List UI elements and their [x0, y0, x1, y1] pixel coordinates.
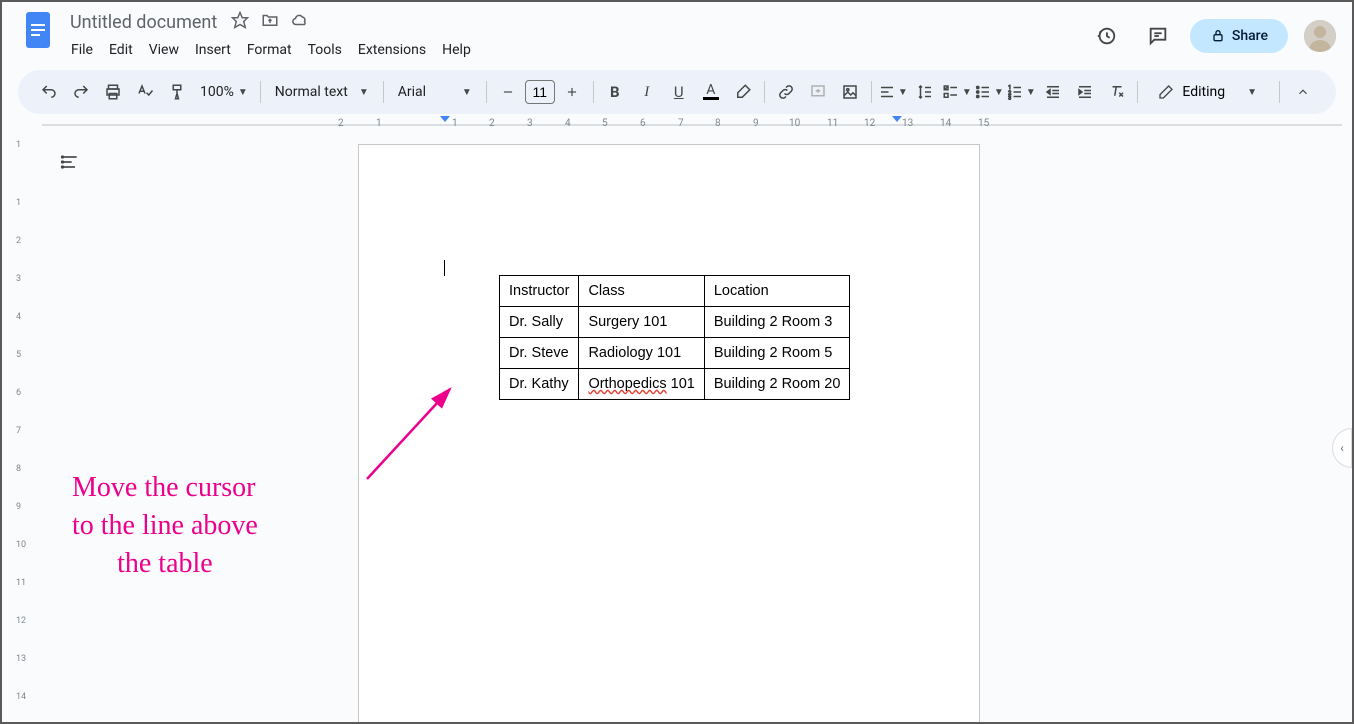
separator [1279, 81, 1280, 103]
redo-button[interactable] [66, 77, 96, 107]
text-color-button[interactable]: A [696, 77, 726, 107]
menu-edit[interactable]: Edit [102, 38, 140, 62]
table-row: Dr. Sally Surgery 101 Building 2 Room 3 [500, 307, 850, 338]
header: Untitled document File Edit View [2, 2, 1352, 62]
table-cell[interactable]: Dr. Steve [500, 338, 579, 369]
chevron-down-icon: ▼ [359, 87, 369, 98]
show-side-panel-button[interactable]: ‹ [1332, 428, 1352, 468]
menu-file[interactable]: File [64, 38, 100, 62]
toolbar: 100%▼ Normal text▼ Arial▼ B I U A ▼ ▼ ▼ … [18, 70, 1336, 114]
table-cell[interactable]: Surgery 101 [579, 307, 704, 338]
font-size-input[interactable] [525, 80, 555, 104]
table-row: Instructor Class Location [500, 276, 850, 307]
table-cell[interactable]: Building 2 Room 3 [704, 307, 850, 338]
svg-text:3: 3 [1008, 96, 1011, 102]
document-title[interactable]: Untitled document [64, 11, 223, 34]
account-avatar[interactable] [1304, 20, 1336, 52]
table-cell[interactable]: Class [579, 276, 704, 307]
separator [1137, 81, 1138, 103]
zoom-select[interactable]: 100%▼ [194, 80, 254, 104]
bulleted-list-button[interactable]: ▼ [974, 77, 1004, 107]
bold-button[interactable]: B [600, 77, 630, 107]
editing-mode-button[interactable]: Editing ▼ [1144, 78, 1271, 106]
paragraph-style-select[interactable]: Normal text▼ [267, 80, 377, 104]
comments-icon[interactable] [1138, 16, 1178, 56]
history-icon[interactable] [1086, 16, 1126, 56]
docs-logo-icon[interactable] [18, 10, 58, 50]
page[interactable]: Instructor Class Location Dr. Sally Surg… [358, 144, 980, 722]
separator [486, 81, 487, 103]
separator [260, 81, 261, 103]
document-canvas[interactable]: Instructor Class Location Dr. Sally Surg… [42, 134, 1352, 722]
undo-button[interactable] [34, 77, 64, 107]
table-cell[interactable]: Location [704, 276, 850, 307]
right-indent-marker[interactable] [892, 116, 902, 122]
chevron-down-icon: ▼ [1026, 87, 1036, 98]
insert-image-button[interactable] [835, 77, 865, 107]
star-icon[interactable] [231, 11, 249, 33]
text-cursor [444, 260, 445, 276]
table-cell[interactable]: Dr. Kathy [500, 369, 579, 400]
table-cell[interactable]: Instructor [500, 276, 579, 307]
italic-button[interactable]: I [632, 77, 662, 107]
table-cell[interactable]: Radiology 101 [579, 338, 704, 369]
chevron-down-icon: ▼ [238, 87, 248, 98]
cloud-status-icon[interactable] [291, 11, 309, 33]
move-icon[interactable] [261, 11, 279, 33]
chevron-down-icon: ▼ [898, 87, 908, 98]
separator [764, 81, 765, 103]
title-area: Untitled document File Edit View [64, 10, 1086, 62]
collapse-toolbar-button[interactable] [1286, 75, 1320, 109]
menu-help[interactable]: Help [435, 38, 478, 62]
share-button-label: Share [1232, 28, 1268, 44]
increase-font-button[interactable] [557, 77, 587, 107]
highlight-button[interactable] [728, 77, 758, 107]
table-row: Dr. Kathy Orthopedics 101 Building 2 Roo… [500, 369, 850, 400]
underline-button[interactable]: U [664, 77, 694, 107]
increase-indent-button[interactable] [1070, 77, 1100, 107]
chevron-down-icon: ▼ [1247, 87, 1257, 98]
paint-format-button[interactable] [162, 77, 192, 107]
insert-link-button[interactable] [771, 77, 801, 107]
table-cell[interactable]: Dr. Sally [500, 307, 579, 338]
separator [593, 81, 594, 103]
left-indent-marker[interactable] [440, 116, 450, 122]
chevron-down-icon: ▼ [994, 87, 1004, 98]
separator [383, 81, 384, 103]
numbered-list-button[interactable]: 123▼ [1006, 77, 1036, 107]
menu-bar: File Edit View Insert Format Tools Exten… [64, 38, 1086, 62]
align-button[interactable]: ▼ [878, 77, 908, 107]
menu-tools[interactable]: Tools [301, 38, 349, 62]
checklist-button[interactable]: ▼ [942, 77, 972, 107]
separator [871, 81, 872, 103]
insert-comment-button[interactable] [803, 77, 833, 107]
table-row: Dr. Steve Radiology 101 Building 2 Room … [500, 338, 850, 369]
print-button[interactable] [98, 77, 128, 107]
table-cell[interactable]: Building 2 Room 20 [704, 369, 850, 400]
table-cell[interactable]: Orthopedics 101 [579, 369, 704, 400]
decrease-indent-button[interactable] [1038, 77, 1068, 107]
menu-view[interactable]: View [142, 38, 186, 62]
line-spacing-button[interactable] [910, 77, 940, 107]
spellcheck-button[interactable] [130, 77, 160, 107]
share-button[interactable]: Share [1190, 19, 1288, 53]
decrease-font-button[interactable] [493, 77, 523, 107]
chevron-down-icon: ▼ [962, 87, 972, 98]
menu-format[interactable]: Format [240, 38, 299, 62]
table-cell[interactable]: Building 2 Room 5 [704, 338, 850, 369]
outline-toggle-button[interactable] [54, 146, 86, 178]
document-table[interactable]: Instructor Class Location Dr. Sally Surg… [499, 275, 850, 400]
menu-extensions[interactable]: Extensions [351, 38, 433, 62]
chevron-down-icon: ▼ [462, 87, 472, 98]
vertical-ruler[interactable]: 1 1 2 3 4 5 6 7 8 9 10 11 12 13 14 [2, 134, 42, 722]
horizontal-ruler[interactable]: 2 1 1 2 3 4 5 6 7 8 9 10 11 12 13 14 15 [2, 116, 1352, 134]
clear-formatting-button[interactable] [1102, 77, 1132, 107]
font-select[interactable]: Arial▼ [390, 80, 480, 104]
menu-insert[interactable]: Insert [188, 38, 238, 62]
